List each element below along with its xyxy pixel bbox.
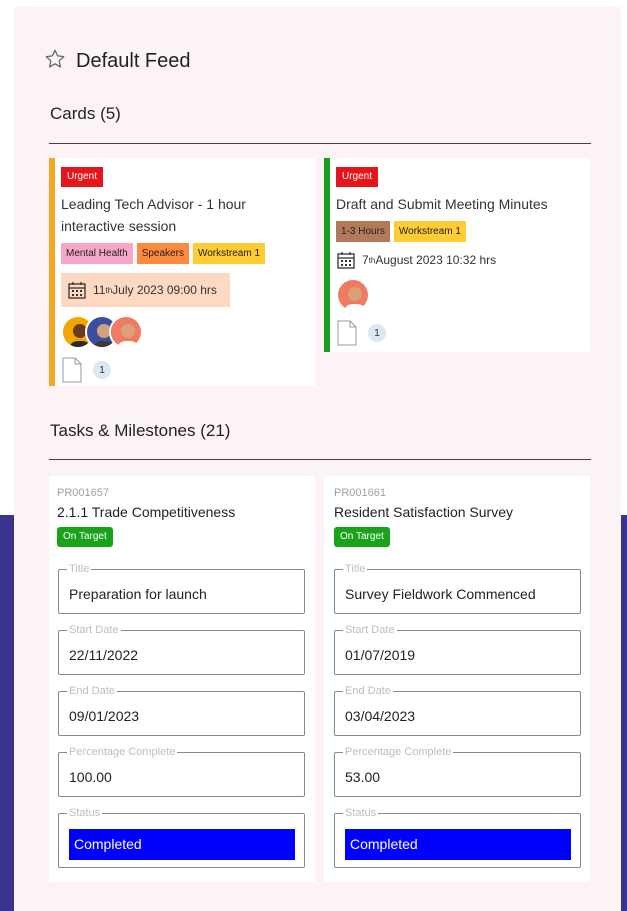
date-day: 11 bbox=[93, 283, 106, 297]
end-date-field[interactable]: End Date 03/04/2023 bbox=[334, 685, 581, 736]
urgent-badge: Urgent bbox=[336, 167, 379, 187]
card-date: 11th July 2023 09:00 hrs bbox=[61, 273, 230, 307]
date-suffix: th bbox=[105, 285, 113, 295]
title-field[interactable]: Title Preparation for launch bbox=[58, 563, 305, 614]
attachment-count: 1 bbox=[368, 324, 386, 342]
status-value[interactable]: Completed bbox=[69, 829, 295, 860]
date-rest: July 2023 09:00 hrs bbox=[112, 283, 217, 297]
field-value: 09/01/2023 bbox=[69, 708, 140, 724]
field-value: 100.00 bbox=[69, 769, 112, 785]
card-title: Leading Tech Advisor - 1 hour interactiv… bbox=[61, 196, 246, 234]
percentage-complete-field[interactable]: Percentage Complete 53.00 bbox=[334, 746, 581, 797]
date-rest: August 2023 10:32 hrs bbox=[375, 253, 497, 267]
card-accent-bar bbox=[324, 158, 330, 352]
cards-section-title: Cards (5) bbox=[50, 104, 121, 123]
tasks-section-title: Tasks & Milestones (21) bbox=[50, 421, 231, 440]
title-field[interactable]: Title Survey Fieldwork Commenced bbox=[334, 563, 581, 614]
field-label: Start Date bbox=[343, 624, 397, 636]
on-target-badge: On Target bbox=[57, 527, 113, 547]
card-tags: 1-3 Hours Workstream 1 bbox=[336, 221, 582, 242]
field-value: Preparation for launch bbox=[69, 586, 207, 602]
card-title: Draft and Submit Meeting Minutes bbox=[336, 196, 548, 212]
tag-1-3-hours: 1-3 Hours bbox=[336, 221, 390, 242]
star-outline-icon[interactable] bbox=[44, 48, 66, 75]
cards-divider bbox=[49, 143, 591, 144]
field-label: End Date bbox=[343, 685, 393, 697]
avatar[interactable] bbox=[109, 315, 143, 349]
card-leading-tech-advisor[interactable]: Urgent Leading Tech Advisor - 1 hour int… bbox=[49, 158, 315, 386]
task-card-pr001657[interactable]: PR001657 2.1.1 Trade Competitiveness On … bbox=[49, 476, 315, 882]
on-target-badge: On Target bbox=[334, 527, 390, 547]
document-icon bbox=[62, 357, 82, 383]
card-avatars bbox=[336, 278, 582, 312]
document-icon bbox=[337, 320, 357, 346]
start-date-field[interactable]: Start Date 01/07/2019 bbox=[334, 624, 581, 675]
field-label: Status bbox=[343, 807, 379, 819]
tag-mental-health: Mental Health bbox=[61, 243, 133, 264]
status-field[interactable]: Status Completed bbox=[58, 807, 305, 868]
field-label: End Date bbox=[67, 685, 117, 697]
card-tags: Mental Health Speakers Workstream 1 bbox=[61, 243, 307, 264]
task-name: Resident Satisfaction Survey bbox=[334, 504, 513, 520]
background-left-band bbox=[0, 515, 14, 911]
field-label: Start Date bbox=[67, 624, 121, 636]
card-avatars bbox=[61, 315, 307, 349]
status-value[interactable]: Completed bbox=[345, 829, 571, 860]
field-label: Title bbox=[343, 563, 368, 575]
date-day: 7 bbox=[362, 253, 369, 267]
field-value: 03/04/2023 bbox=[345, 708, 416, 724]
field-label: Percentage Complete bbox=[343, 746, 454, 758]
field-label: Status bbox=[67, 807, 103, 819]
field-value: 53.00 bbox=[345, 769, 381, 785]
tag-speakers: Speakers bbox=[136, 243, 189, 264]
calendar-icon bbox=[337, 252, 355, 269]
card-date: 7th August 2023 10:32 hrs bbox=[336, 250, 582, 270]
card-draft-meeting-minutes[interactable]: Urgent Draft and Submit Meeting Minutes … bbox=[324, 158, 590, 352]
tasks-divider bbox=[49, 459, 591, 460]
task-card-pr001661[interactable]: PR001661 Resident Satisfaction Survey On… bbox=[324, 476, 590, 882]
task-code: PR001661 bbox=[334, 487, 386, 499]
feed-title: Default Feed bbox=[76, 50, 191, 72]
task-name: 2.1.1 Trade Competitiveness bbox=[57, 504, 236, 520]
percentage-complete-field[interactable]: Percentage Complete 100.00 bbox=[58, 746, 305, 797]
attachment-count: 1 bbox=[93, 361, 111, 379]
field-label: Title bbox=[67, 563, 92, 575]
date-suffix: th bbox=[368, 255, 376, 265]
end-date-field[interactable]: End Date 09/01/2023 bbox=[58, 685, 305, 736]
field-label: Percentage Complete bbox=[67, 746, 178, 758]
field-value: Survey Fieldwork Commenced bbox=[345, 586, 536, 602]
calendar-icon bbox=[68, 282, 86, 299]
status-field[interactable]: Status Completed bbox=[334, 807, 581, 868]
field-value: 01/07/2019 bbox=[345, 647, 416, 663]
feed-header: Default Feed bbox=[44, 48, 191, 75]
card-accent-bar bbox=[49, 158, 55, 386]
background-right-band bbox=[621, 515, 627, 911]
start-date-field[interactable]: Start Date 22/11/2022 bbox=[58, 624, 305, 675]
card-attachments[interactable]: 1 bbox=[61, 357, 307, 383]
card-attachments[interactable]: 1 bbox=[336, 320, 582, 346]
tag-workstream-1: Workstream 1 bbox=[393, 221, 466, 242]
field-value: 22/11/2022 bbox=[69, 647, 139, 663]
task-code: PR001657 bbox=[57, 487, 109, 499]
avatar[interactable] bbox=[336, 278, 370, 312]
tag-workstream-1: Workstream 1 bbox=[192, 243, 266, 264]
urgent-badge: Urgent bbox=[61, 167, 104, 187]
